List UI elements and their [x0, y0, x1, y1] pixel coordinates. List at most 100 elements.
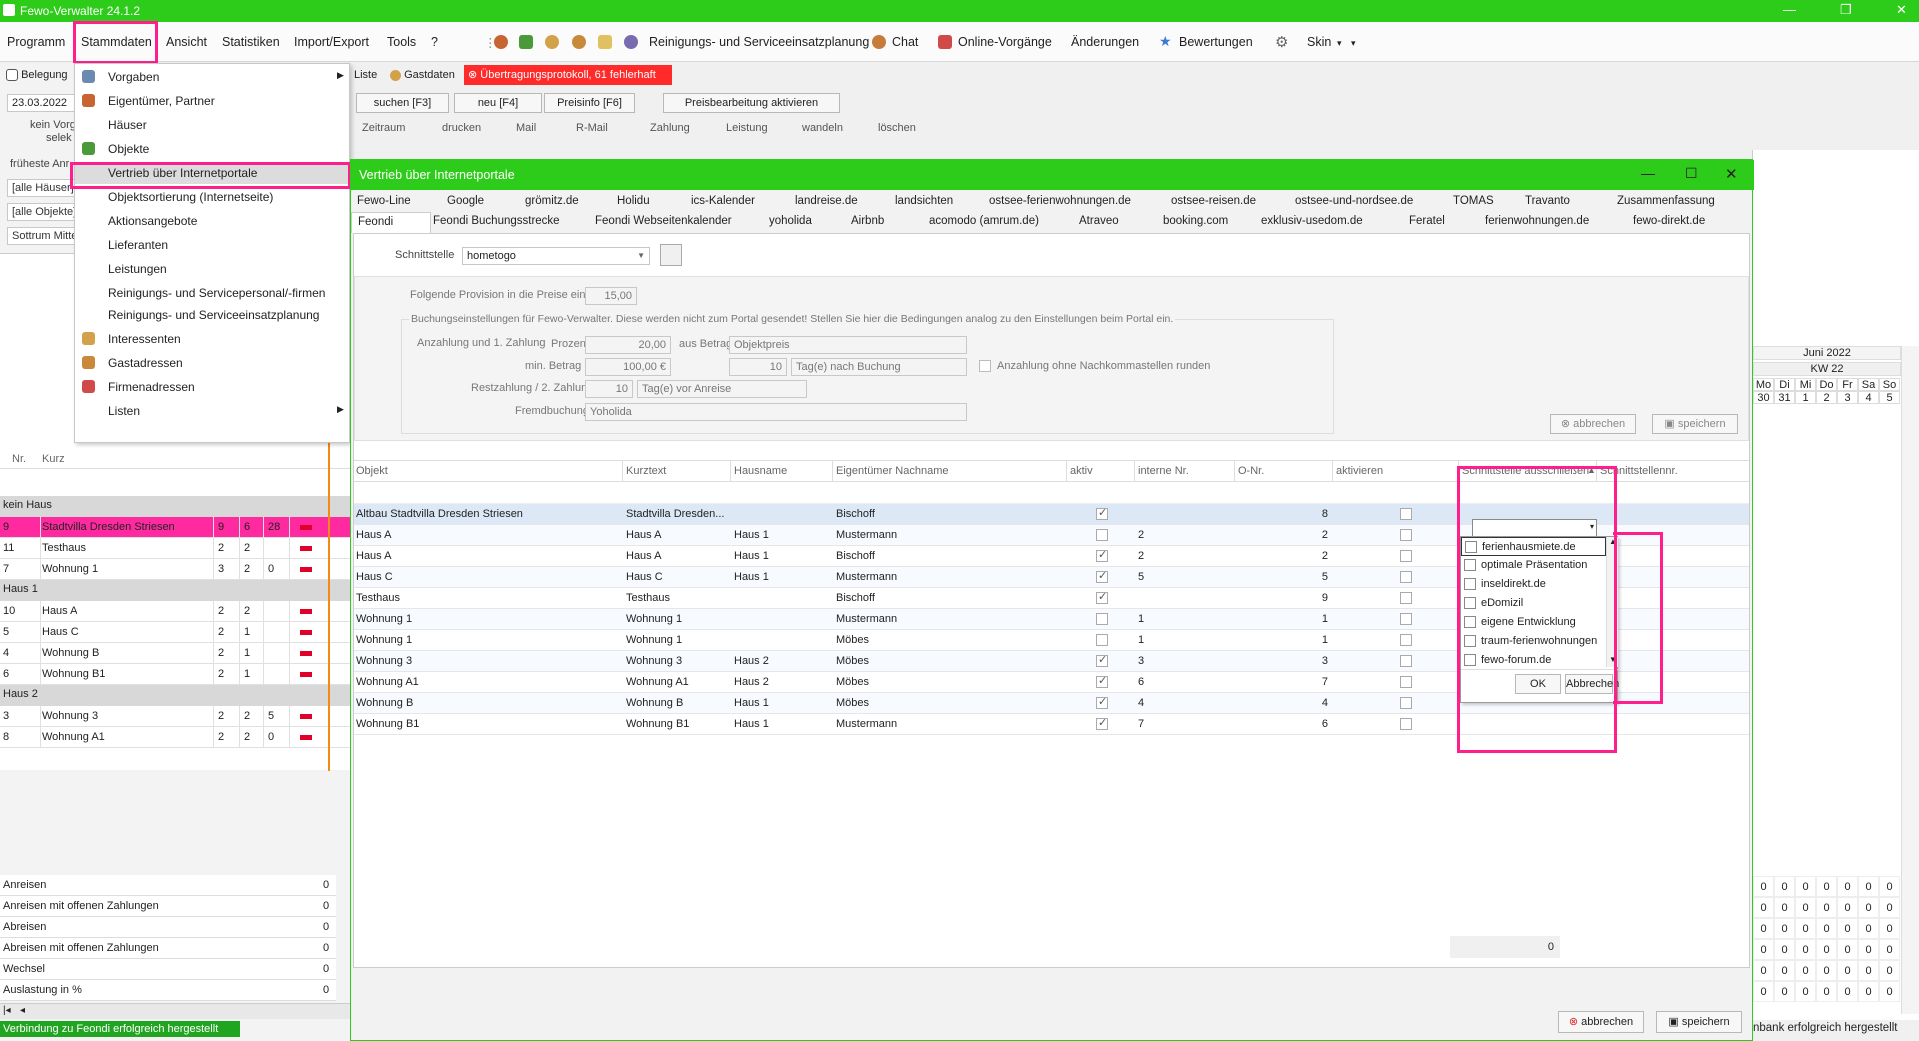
drucken-button[interactable]: drucken — [442, 118, 481, 138]
aktiv-checkbox[interactable] — [1096, 613, 1108, 625]
menu-item-vorgaben[interactable]: Vorgaben ▶ — [75, 66, 351, 88]
toolbar-aenderungen[interactable]: Änderungen — [1071, 35, 1139, 49]
mail-button[interactable]: Mail — [516, 118, 536, 138]
aktivieren-checkbox[interactable] — [1400, 571, 1412, 583]
loeschen-button[interactable]: löschen — [878, 118, 916, 138]
menu-item-listen[interactable]: Listen ▶ — [75, 400, 351, 422]
toolbar-bewertungen[interactable]: Bewertungen — [1179, 35, 1253, 49]
menu-ansicht[interactable]: Ansicht — [166, 35, 207, 49]
menu-item-reinigungs-und-servicepersonal-firmen[interactable]: Reinigungs- und Servicepersonal/-firmen — [75, 282, 351, 304]
wandeln-button[interactable]: wandeln — [802, 118, 843, 138]
aktivieren-checkbox[interactable] — [1400, 613, 1412, 625]
toolbar-chat[interactable]: Chat — [892, 35, 918, 49]
schnittstelle-select[interactable]: hometogo ▼ — [462, 247, 650, 265]
suchen-button[interactable]: suchen [F3] — [356, 93, 449, 113]
aktiv-checkbox[interactable] — [1096, 695, 1108, 709]
star-icon[interactable]: ★ — [1159, 33, 1172, 50]
date-field[interactable]: 23.03.2022 — [7, 94, 75, 112]
aktiv-checkbox[interactable] — [1096, 506, 1108, 520]
aktiv-checkbox[interactable] — [1096, 634, 1108, 646]
provision-input[interactable]: 15,00 — [585, 287, 637, 305]
object-row[interactable]: 3 Wohnung 3 2 2 5 — [0, 706, 350, 727]
calendar-date[interactable]: 30 — [1753, 391, 1774, 404]
menu-help[interactable]: ? — [431, 35, 438, 49]
object-row[interactable]: 11 Testhaus 2 2 — [0, 538, 350, 559]
minimize-icon[interactable]: — — [1783, 2, 1796, 17]
aktivieren-checkbox[interactable] — [1400, 634, 1412, 646]
tab-landsichten[interactable]: landsichten — [895, 192, 953, 211]
tab-google[interactable]: Google — [447, 192, 484, 211]
object-row[interactable]: 7 Wohnung 1 3 2 0 — [0, 559, 350, 580]
menu-item-lieferanten[interactable]: Lieferanten — [75, 234, 351, 256]
tab-atraveo[interactable]: Atraveo — [1079, 212, 1119, 231]
menu-item-aktionsangebote[interactable]: Aktionsangebote — [75, 210, 351, 232]
dialog-abbrechen-button[interactable]: ⊗ abbrechen — [1558, 1011, 1644, 1033]
tab-belegung[interactable]: Belegung — [6, 69, 68, 82]
tab-uebertragungsprotokoll[interactable]: ⊗ Übertragungsprotokoll, 61 fehlerhaft — [464, 65, 672, 85]
preisinfo-button[interactable]: Preisinfo [F6] — [544, 93, 635, 113]
tab-ostsee-reisen-de[interactable]: ostsee-reisen.de — [1171, 192, 1256, 211]
zahlung-button[interactable]: Zahlung — [650, 118, 690, 138]
tab-fewo-line[interactable]: Fewo-Line — [357, 192, 411, 211]
person-orange-icon[interactable] — [572, 35, 586, 49]
tab-feondi[interactable]: Feondi — [351, 212, 431, 233]
group-row[interactable]: kein Haus — [0, 496, 350, 517]
dialog-maximize-icon[interactable]: ☐ — [1685, 165, 1698, 182]
aktivieren-checkbox[interactable] — [1400, 718, 1412, 730]
calendar-date[interactable]: 1 — [1795, 391, 1816, 404]
scroll-first-icon[interactable]: |◂ — [3, 1005, 11, 1016]
zeitraum-button[interactable]: Zeitraum — [362, 118, 405, 138]
toolbar-online-vorgaenge[interactable]: Online-Vorgänge — [958, 35, 1052, 49]
object-row[interactable]: 9 Stadtvilla Dresden Striesen 9 6 28 — [0, 517, 350, 538]
scroll-left-icon[interactable]: ◂ — [20, 1005, 25, 1016]
menu-item-eigentuemer-partner[interactable]: Eigentümer, Partner — [75, 90, 351, 112]
tab-yoholida[interactable]: yoholida — [769, 212, 812, 231]
calendar-date[interactable]: 4 — [1858, 391, 1879, 404]
tab-liste[interactable]: Liste — [354, 65, 377, 85]
tage-input[interactable]: 10 — [729, 358, 787, 376]
tab-ostsee-und-nordsee-de[interactable]: ostsee-und-nordsee.de — [1295, 192, 1413, 211]
col-header-kurztext[interactable]: Kurztext — [626, 465, 666, 477]
dialog-close-icon[interactable]: ✕ — [1725, 165, 1738, 183]
calendar-date[interactable]: 31 — [1774, 391, 1795, 404]
maximize-icon[interactable]: ❐ — [1840, 2, 1852, 18]
tab-booking-com[interactable]: booking.com — [1163, 212, 1228, 231]
group-row[interactable]: Haus 2 — [0, 685, 350, 706]
col-header-aktiv[interactable]: aktiv — [1070, 465, 1093, 477]
owner-key-icon[interactable] — [494, 35, 508, 49]
tab-fewo-direkt-de[interactable]: fewo-direkt.de — [1633, 212, 1705, 231]
aktivieren-checkbox[interactable] — [1400, 550, 1412, 562]
cleaning-person-icon[interactable] — [624, 35, 638, 49]
object-row[interactable]: 8 Wohnung A1 2 2 0 — [0, 727, 350, 748]
col-header-interne-nr[interactable]: interne Nr. — [1138, 465, 1189, 477]
object-row[interactable]: 4 Wohnung B 2 1 — [0, 643, 350, 664]
section-abbrechen-button[interactable]: ⊗ abbrechen — [1550, 414, 1636, 434]
menu-programm[interactable]: Programm — [7, 35, 65, 49]
menu-statistiken[interactable]: Statistiken — [222, 35, 280, 49]
aktivieren-checkbox[interactable] — [1400, 655, 1412, 667]
calendar-date[interactable]: 3 — [1837, 391, 1858, 404]
group-row[interactable]: Haus 1 — [0, 580, 350, 601]
menu-tools[interactable]: Tools — [387, 35, 416, 49]
aus-betrag-select[interactable]: Objektpreis — [729, 336, 967, 354]
tab-groemitz-de[interactable]: grömitz.de — [525, 192, 579, 211]
tab-feondi-webseitenkalender[interactable]: Feondi Webseitenkalender — [595, 212, 732, 231]
section-speichern-button[interactable]: ▣ speichern — [1652, 414, 1738, 434]
aktivieren-checkbox[interactable] — [1400, 676, 1412, 688]
left-scrollbar[interactable]: |◂ ◂ — [0, 1003, 350, 1019]
menu-item-haeuser[interactable]: Häuser — [75, 114, 351, 136]
calendar-date[interactable]: 5 — [1879, 391, 1900, 404]
dialog-minimize-icon[interactable]: — — [1641, 165, 1655, 181]
chat-icon[interactable] — [872, 35, 886, 49]
menu-item-objekte[interactable]: Objekte — [75, 138, 351, 160]
filter-haeuser[interactable]: [alle Häuser] — [7, 179, 75, 197]
tab-tomas[interactable]: TOMAS — [1453, 192, 1494, 211]
filter-objekte[interactable]: [alle Objekte] — [7, 203, 75, 221]
menu-import-export[interactable]: Import/Export — [294, 35, 369, 49]
aktivieren-checkbox[interactable] — [1400, 697, 1412, 709]
object-row[interactable]: 5 Haus C 2 1 — [0, 622, 350, 643]
object-row[interactable]: 6 Wohnung B1 2 1 — [0, 664, 350, 685]
aktiv-checkbox[interactable] — [1096, 653, 1108, 667]
tab-exklusiv-usedom-de[interactable]: exklusiv-usedom.de — [1261, 212, 1363, 231]
tage-nach-buchung-select[interactable]: Tag(e) nach Buchung — [791, 358, 967, 376]
